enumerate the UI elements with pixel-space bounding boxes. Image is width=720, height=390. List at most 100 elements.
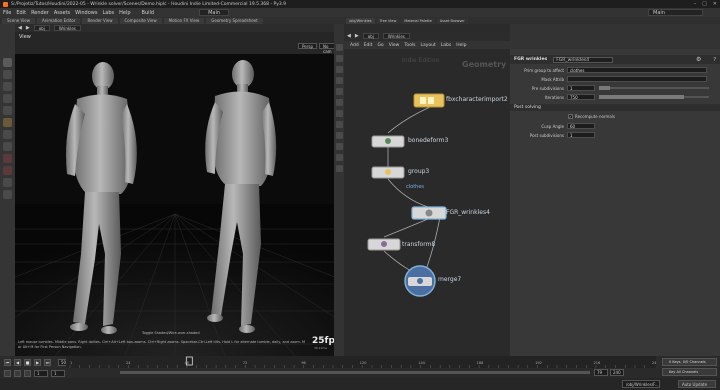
recompute-normals-checkbox[interactable]: ✓ — [568, 114, 573, 119]
audio-icon[interactable] — [4, 369, 11, 377]
tab-material-palette[interactable]: Material Palette — [401, 17, 435, 24]
range-start2-field[interactable]: 1 — [51, 369, 65, 377]
viewport-node-path[interactable]: Wrinkles — [53, 25, 81, 31]
menu-labs[interactable]: Labs — [102, 10, 114, 16]
lock-icon[interactable] — [335, 44, 343, 51]
magnet-tool-icon[interactable] — [3, 166, 12, 175]
net-menu-add[interactable]: Add — [350, 43, 359, 48]
transform-tool-icon[interactable] — [3, 70, 12, 79]
menu-render[interactable]: Render — [31, 10, 49, 16]
net-forward-icon[interactable]: ▶ — [355, 33, 359, 39]
net-menu-tools[interactable]: Tools — [404, 43, 415, 48]
jump-end-icon[interactable]: ⏭ — [44, 358, 51, 366]
tab-composite-view[interactable]: Composite View — [119, 17, 162, 24]
back-icon[interactable]: ◀ — [18, 25, 22, 31]
select-tool-icon[interactable] — [3, 58, 12, 67]
menu-assets[interactable]: Assets — [54, 10, 70, 16]
main-desktop-select[interactable]: Main — [648, 9, 703, 16]
point-display-icon[interactable] — [335, 110, 343, 117]
tab-geometry-spreadsheet[interactable]: Geometry Spreadsheet — [206, 17, 263, 24]
light-tool-icon[interactable] — [3, 190, 12, 199]
channels-status[interactable]: 0 Keys, 0/0 Channels — [662, 358, 717, 366]
safe-area-icon[interactable] — [335, 165, 343, 172]
menu-help[interactable]: Help — [119, 10, 130, 16]
net-menu-help[interactable]: Help — [456, 43, 466, 48]
tab-animation-editor[interactable]: Animation Editor — [36, 17, 81, 24]
pre-subdivisions-field[interactable]: 1 — [567, 85, 595, 91]
net-menu-edit[interactable]: Edit — [364, 43, 373, 48]
uv-icon[interactable] — [335, 132, 343, 139]
range-start-field[interactable]: 1 — [34, 369, 48, 377]
net-menu-view[interactable]: View — [389, 43, 400, 48]
maximize-icon[interactable]: □ — [702, 1, 707, 7]
node-merge7[interactable] — [404, 265, 436, 297]
node-fbxcharacterimport2[interactable] — [413, 93, 445, 108]
post-solving-section[interactable]: Post solving — [510, 104, 720, 111]
forward-icon[interactable]: ▶ — [26, 25, 30, 31]
brush-tool-icon[interactable] — [3, 154, 12, 163]
normals-icon[interactable] — [335, 121, 343, 128]
stop-icon[interactable]: ■ — [24, 358, 31, 366]
key-all-channels-button[interactable]: Key All Channels — [662, 368, 717, 376]
menu-file[interactable]: File — [3, 10, 11, 16]
range-slider[interactable] — [120, 371, 590, 374]
cusp-angle-field[interactable]: 60 — [567, 123, 595, 129]
param-node-name-field[interactable]: FGR_wrinkles4 — [553, 56, 614, 63]
net-menu-go[interactable]: Go — [377, 43, 383, 48]
view-tool-icon[interactable] — [3, 130, 12, 139]
ghost-icon[interactable] — [335, 99, 343, 106]
real-time-icon[interactable] — [24, 369, 31, 377]
net-menu-layout[interactable]: Layout — [420, 43, 435, 48]
scale-tool-icon[interactable] — [3, 94, 12, 103]
node-fgr-wrinkles4[interactable] — [411, 206, 447, 220]
display-mode-icon[interactable] — [335, 55, 343, 62]
desktop-select[interactable]: Main — [199, 9, 230, 16]
menu-windows[interactable]: Windows — [75, 10, 97, 16]
snap-tool-icon[interactable] — [3, 142, 12, 151]
camera-tool-icon[interactable] — [3, 178, 12, 187]
iterations-field[interactable]: 750 — [567, 94, 595, 100]
timeline-ruler[interactable]: 124487296120144168192216240 — [66, 356, 656, 368]
tab-network[interactable]: /obj/Wrinkles — [346, 17, 375, 24]
jump-start-icon[interactable]: ⏮ — [4, 358, 11, 366]
play-forward-icon[interactable]: ▶ — [34, 358, 41, 366]
pose-tool-icon[interactable] — [3, 118, 12, 127]
node-transform8[interactable] — [367, 238, 401, 251]
wireframe-icon[interactable] — [335, 66, 343, 73]
close-icon[interactable]: ✕ — [713, 1, 717, 7]
keys-icon[interactable] — [14, 369, 21, 377]
lighting-icon[interactable] — [335, 88, 343, 95]
network-obj-path[interactable]: obj — [362, 33, 379, 39]
status-path-field[interactable]: /obj/Wrinkles/F... — [622, 380, 660, 388]
handle-tool-icon[interactable] — [3, 106, 12, 115]
tab-motion-fx-view[interactable]: Motion FX View — [163, 17, 205, 24]
iterations-slider[interactable] — [599, 95, 709, 99]
net-menu-labs[interactable]: Labs — [441, 43, 451, 48]
auto-update-button[interactable]: Auto Update — [678, 380, 716, 388]
range-end2-field[interactable]: 240 — [610, 369, 624, 376]
node-group3[interactable] — [371, 166, 405, 179]
viewport-obj-path[interactable]: obj — [33, 25, 50, 31]
mask-attrib-field[interactable] — [567, 76, 707, 82]
help-icon[interactable]: ? — [713, 57, 716, 63]
node-bonedeform3[interactable] — [371, 135, 405, 148]
persp-menu[interactable]: Persp — [298, 43, 317, 49]
network-node-path[interactable]: Wrinkles — [382, 33, 410, 39]
rotate-tool-icon[interactable] — [3, 82, 12, 91]
shading-icon[interactable] — [335, 77, 343, 84]
settings-gear-icon[interactable]: ⚙ — [696, 56, 701, 63]
tab-scene-view[interactable]: Scene View — [2, 17, 35, 24]
tab-asset-browser[interactable]: Asset Browser — [436, 17, 468, 24]
tab-render-view[interactable]: Render View — [82, 17, 118, 24]
play-back-icon[interactable]: ◀ — [14, 358, 21, 366]
minimize-icon[interactable]: – — [694, 1, 697, 7]
menu-edit[interactable]: Edit — [16, 10, 26, 16]
prim-group-field[interactable]: clothes — [567, 67, 707, 73]
range-end-field[interactable]: 79 — [594, 369, 608, 376]
background-icon[interactable] — [335, 154, 343, 161]
tab-tree-view[interactable]: Tree View — [376, 17, 400, 24]
post-subdivisions-field[interactable]: 1 — [567, 132, 595, 138]
grid-toggle-icon[interactable] — [335, 143, 343, 150]
net-back-icon[interactable]: ◀ — [347, 33, 351, 39]
pre-subdivisions-slider[interactable] — [599, 86, 709, 90]
